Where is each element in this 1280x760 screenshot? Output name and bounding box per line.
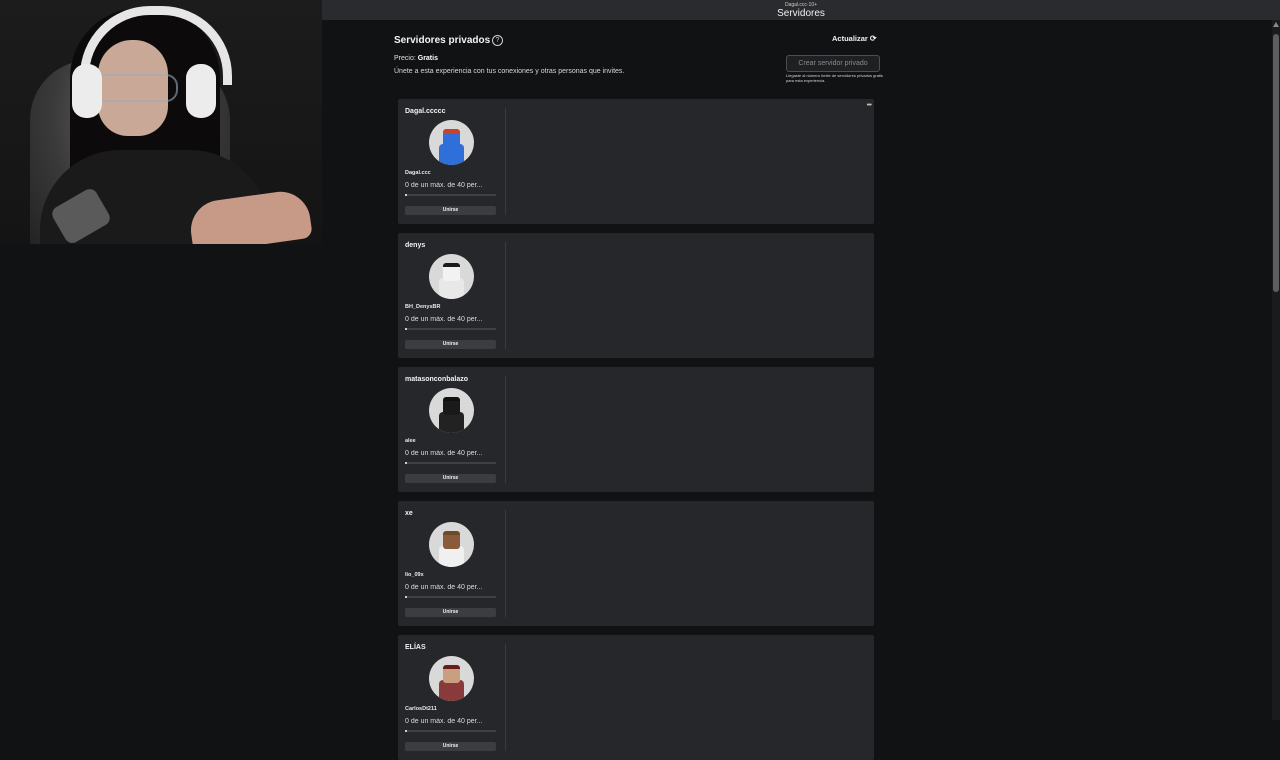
capacity-bar-fill bbox=[405, 328, 407, 330]
price-info: Precio: Gratis bbox=[394, 55, 438, 62]
server-card: xe lio_09x 0 de un máx. de 40 per... Uni… bbox=[398, 501, 874, 626]
avatar-body bbox=[439, 144, 464, 165]
avatar[interactable] bbox=[429, 388, 474, 433]
card-divider bbox=[505, 376, 506, 483]
price-label: Precio: bbox=[394, 55, 416, 62]
server-capacity: 0 de un máx. de 40 per... bbox=[405, 584, 483, 591]
player-name: BH_DenysBR bbox=[405, 304, 441, 310]
server-owner: denys bbox=[405, 242, 426, 249]
avatar-body bbox=[439, 278, 464, 299]
headset-ear-right bbox=[186, 64, 216, 118]
scroll-up-icon[interactable] bbox=[1273, 22, 1279, 27]
capacity-bar-fill bbox=[405, 730, 407, 732]
avatar-head bbox=[443, 397, 460, 415]
page-title: Servidores bbox=[777, 8, 825, 19]
avatar-head bbox=[443, 665, 460, 683]
player-name: lio_09x bbox=[405, 572, 424, 578]
help-icon[interactable]: ? bbox=[492, 35, 503, 46]
join-button[interactable]: Unirse bbox=[405, 474, 496, 483]
avatar[interactable] bbox=[429, 120, 474, 165]
join-button[interactable]: Unirse bbox=[405, 742, 496, 751]
avatar-body bbox=[439, 546, 464, 567]
limit-note: Llegaste al número límite de servidores … bbox=[786, 73, 883, 83]
server-owner: xe bbox=[405, 510, 413, 517]
player-name: CarlosDt211 bbox=[405, 706, 437, 712]
title-bar: Dagal.ccc·10+ Servidores bbox=[322, 0, 1280, 20]
avatar-head bbox=[443, 531, 460, 549]
avatar-head bbox=[443, 263, 460, 281]
card-divider bbox=[505, 644, 506, 751]
server-card: Dagal.ccccc ••• Dagal.ccc 0 de un máx. d… bbox=[398, 99, 874, 224]
avatar-body bbox=[439, 680, 464, 701]
capacity-bar bbox=[405, 328, 496, 330]
avatar[interactable] bbox=[429, 656, 474, 701]
capacity-bar-fill bbox=[405, 596, 407, 598]
webcam-overlay bbox=[0, 0, 322, 244]
refresh-button[interactable]: Actualizar ⟳ bbox=[832, 34, 877, 43]
join-button[interactable]: Unirse bbox=[405, 608, 496, 617]
capacity-bar-fill bbox=[405, 462, 407, 464]
server-owner: Dagal.ccccc bbox=[405, 108, 446, 115]
card-divider bbox=[505, 510, 506, 617]
scrollbar-thumb[interactable] bbox=[1273, 34, 1279, 292]
server-card: ELÍAS CarlosDt211 0 de un máx. de 40 per… bbox=[398, 635, 874, 760]
avatar[interactable] bbox=[429, 254, 474, 299]
price-value: Gratis bbox=[417, 55, 438, 62]
server-capacity: 0 de un máx. de 40 per... bbox=[405, 450, 483, 457]
join-button[interactable]: Unirse bbox=[405, 340, 496, 349]
scrollbar[interactable] bbox=[1272, 20, 1280, 720]
refresh-label: Actualizar bbox=[832, 34, 868, 43]
headset-ear-left bbox=[72, 64, 102, 118]
server-capacity: 0 de un máx. de 40 per... bbox=[405, 718, 483, 725]
server-owner: ELÍAS bbox=[405, 644, 426, 651]
more-options-icon[interactable]: ••• bbox=[867, 102, 872, 109]
section-description: Únete a esta experiencia con tus conexio… bbox=[394, 68, 625, 75]
player-name: alee bbox=[405, 438, 416, 444]
capacity-bar bbox=[405, 194, 496, 196]
player-name: Dagal.ccc bbox=[405, 170, 431, 176]
card-divider bbox=[505, 108, 506, 215]
server-owner: matasonconbalazo bbox=[405, 376, 469, 383]
server-capacity: 0 de un máx. de 40 per... bbox=[405, 182, 483, 189]
create-private-server-button[interactable]: Crear servidor privado bbox=[786, 55, 880, 72]
capacity-bar-fill bbox=[405, 194, 407, 196]
server-capacity: 0 de un máx. de 40 per... bbox=[405, 316, 483, 323]
card-divider bbox=[505, 242, 506, 349]
capacity-bar bbox=[405, 730, 496, 732]
capacity-bar bbox=[405, 462, 496, 464]
section-title: Servidores privados bbox=[394, 35, 491, 46]
server-card: matasonconbalazo alee 0 de un máx. de 40… bbox=[398, 367, 874, 492]
refresh-icon: ⟳ bbox=[869, 34, 877, 43]
capacity-bar bbox=[405, 596, 496, 598]
avatar-head bbox=[443, 129, 460, 147]
avatar[interactable] bbox=[429, 522, 474, 567]
join-button[interactable]: Unirse bbox=[405, 206, 496, 215]
avatar-body bbox=[439, 412, 464, 433]
server-card: denys BH_DenysBR 0 de un máx. de 40 per.… bbox=[398, 233, 874, 358]
